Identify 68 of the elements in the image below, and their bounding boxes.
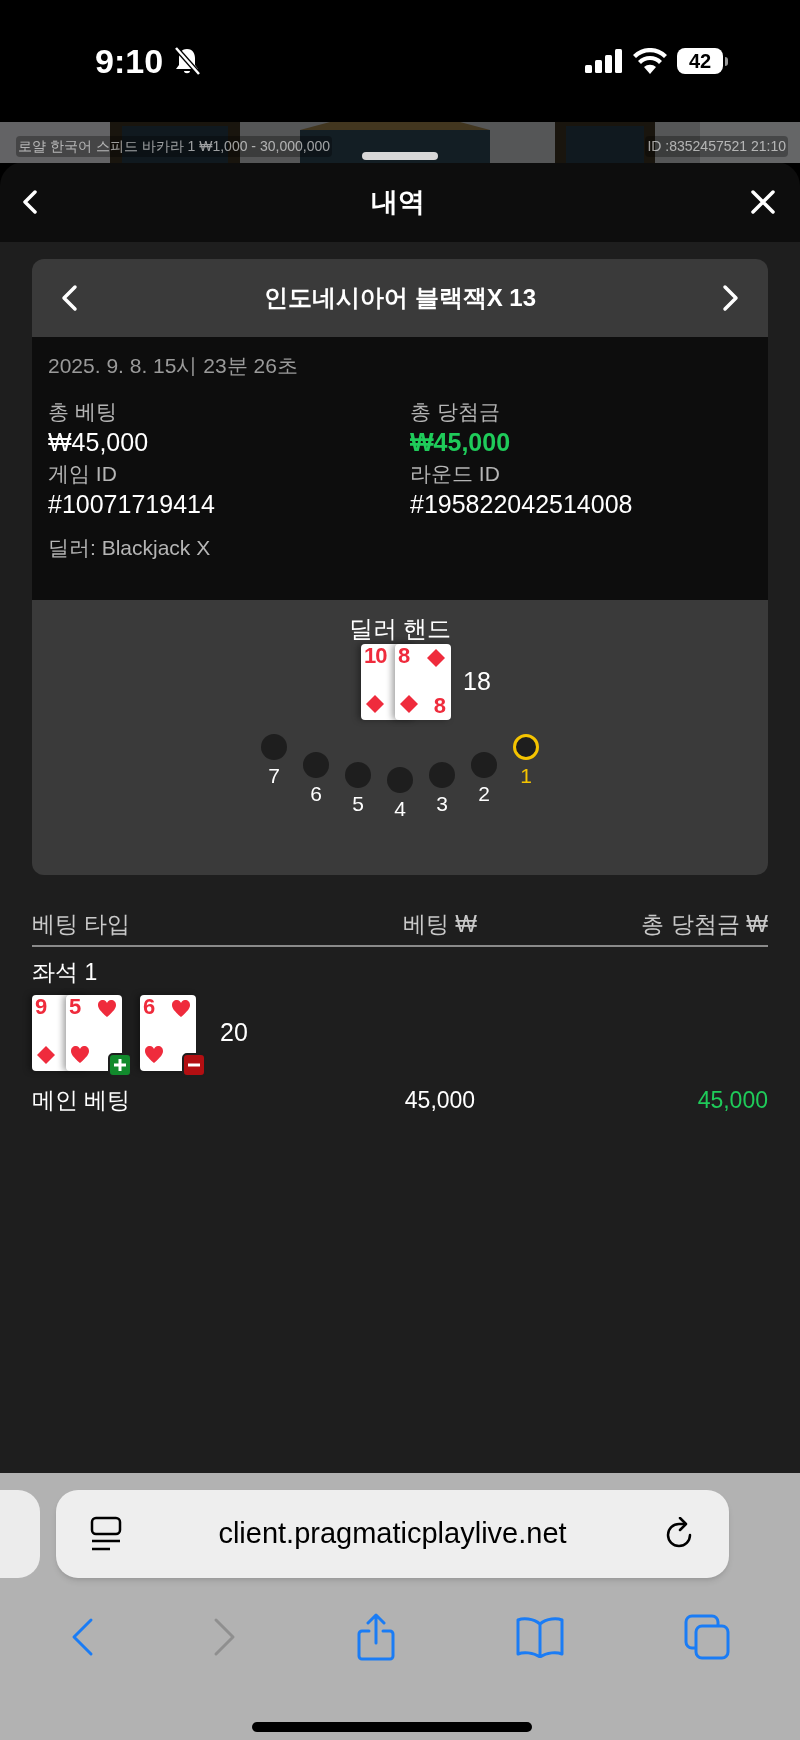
card-rank: 8 [398,645,410,667]
chevron-right-icon [212,1617,237,1657]
seat-marker[interactable] [303,752,329,778]
signal-icon [585,49,623,73]
round-date: 2025. 9. 8. 15시 23분 26초 [48,353,299,379]
tabs-button[interactable] [684,1614,731,1660]
dealer-name: 딜러: Blackjack X [48,535,212,561]
seat-number: 2 [478,781,490,807]
url-text: client.pragmaticplaylive.net [218,1516,567,1552]
chevron-left-icon [60,284,78,312]
card-rank: 10 [364,645,387,667]
game-title: 인도네시아어 블랙잭X 13 [263,283,536,313]
card-rank: 8 [433,695,447,717]
forward-button[interactable] [212,1617,237,1657]
card-rank: 6 [143,996,155,1018]
bet-amount: 45,000 [403,1086,477,1115]
card-rank: 9 [35,996,47,1018]
seat-number: 3 [436,791,448,817]
column-header: 베팅 ₩ [401,910,479,939]
reader-icon [90,1516,122,1552]
wifi-icon [633,48,667,74]
column-header: 총 당첨금 ₩ [640,910,768,939]
previous-button[interactable] [60,284,78,312]
field-value: #10071719414 [48,489,216,520]
seat-marker[interactable] [261,734,287,760]
seat-marker[interactable] [345,762,371,788]
battery-indicator: 42 [677,48,723,74]
close-icon [750,189,776,215]
close-button[interactable] [750,188,778,216]
seat-number: 4 [394,796,406,822]
drag-handle[interactable] [362,152,438,160]
share-icon [355,1613,396,1661]
bet-type: 메인 베팅 [32,1086,132,1115]
card-rank: 5 [69,996,81,1018]
clock-time: 9:10 [95,40,164,82]
seat-number: 5 [352,791,364,817]
column-header: 베팅 타입 [32,910,132,939]
hand-total: 20 [220,1017,248,1049]
chevron-right-icon [722,284,740,312]
bookmarks-button[interactable] [515,1616,566,1658]
seat-marker[interactable] [429,762,455,788]
seat-marker[interactable] [471,752,497,778]
back-icon [22,190,38,214]
share-button[interactable] [355,1613,396,1661]
seat-marker[interactable] [513,734,539,760]
next-button[interactable] [722,284,740,312]
seat-number: 1 [520,763,532,789]
seat-number: 7 [268,763,280,789]
field-value: #195822042514008 [410,489,634,520]
field-label: 총 베팅 [48,399,118,425]
book-icon [515,1616,566,1658]
tabs-icon [684,1614,731,1660]
hand-total: 18 [463,666,491,698]
tab-preview[interactable] [0,1490,40,1578]
address-bar[interactable]: client.pragmaticplaylive.net [56,1490,729,1578]
field-value: ₩45,000 [48,427,150,458]
win-amount: 45,000 [696,1086,768,1115]
round-id-time: ID :8352457521 21:10 [645,136,788,157]
seat-marker[interactable] [387,767,413,793]
field-label: 라운드 ID [410,461,501,487]
dealer-hand-title: 딜러 핸드 [348,614,452,644]
field-label: 게임 ID [48,461,118,487]
field-label: 총 당첨금 [410,399,501,425]
table-info: 로얄 한국어 스피드 바카라 1 ₩1,000 - 30,000,000 [16,136,332,157]
field-value: ₩45,000 [410,427,512,458]
seat-label: 좌석 1 [32,958,98,987]
seat-number: 6 [310,781,322,807]
sheet-title: 내역 [371,185,425,219]
